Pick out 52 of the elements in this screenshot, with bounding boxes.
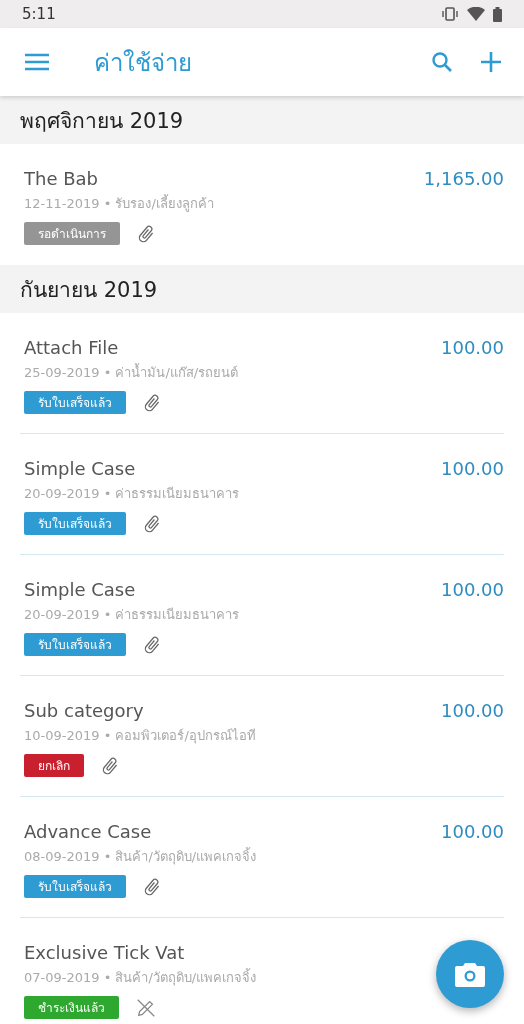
status-time: 5:11 [22, 5, 56, 23]
expense-date-category: 20-09-2019 • ค่าธรรมเนียมธนาคาร [24, 606, 240, 624]
status-tag: รอดำเนินการ [24, 222, 120, 245]
expense-name: Exclusive Tick Vat [24, 942, 185, 963]
paperclip-icon[interactable] [142, 392, 162, 413]
status-tag: รับใบเสร็จแล้ว [24, 633, 126, 656]
expense-date-category: 07-09-2019 • สินค้า/วัตถุดิบ/แพคเกจจิ้ง [24, 967, 257, 988]
expense-item[interactable]: Sub category 100.00 10-09-2019 • คอมพิวเตอร์/อุปกรณ์ไอที ยกเลิก [0, 676, 524, 797]
expense-amount: 100.00 [441, 337, 504, 358]
month-header: กันยายน 2019 [0, 265, 524, 313]
expense-date-category: 08-09-2019 • สินค้า/วัตถุดิบ/แพคเกจจิ้ง [24, 846, 257, 867]
expense-date-category: 20-09-2019 • ค่าธรรมเนียมธนาคาร [24, 485, 240, 503]
expense-amount: 100.00 [441, 458, 504, 479]
camera-icon [455, 961, 485, 987]
expense-name: Simple Case [24, 579, 136, 600]
paperclip-icon[interactable] [100, 755, 120, 776]
paperclip-icon[interactable] [142, 876, 162, 897]
menu-icon [24, 52, 50, 72]
expense-item[interactable]: Advance Case 100.00 08-09-2019 • สินค้า/วัตถุดิบ/แพคเกจจิ้ง รับใบเสร็จแล้ว [0, 797, 524, 918]
paperclip-icon[interactable] [142, 634, 162, 655]
expense-item[interactable]: Attach File 100.00 25-09-2019 • ค่าน้ำมัน/แก๊ส/รถยนต์ รับใบเสร็จแล้ว [0, 313, 524, 434]
expense-item[interactable]: The Bab 1,165.00 12-11-2019 • รับรอง/เลี้ยงลูกค้า รอดำเนินการ [0, 144, 524, 265]
status-tag: ยกเลิก [24, 754, 84, 777]
status-tag: รับใบเสร็จแล้ว [24, 391, 126, 414]
paperclip-icon[interactable] [142, 513, 162, 534]
expense-amount: 100.00 [441, 579, 504, 600]
page-title: ค่าใช้จ่าย [94, 47, 193, 79]
expense-name: Advance Case [24, 821, 152, 842]
expense-amount: 100.00 [441, 821, 504, 842]
expense-amount: 100.00 [441, 700, 504, 721]
battery-icon [493, 6, 502, 22]
wifi-icon [467, 7, 485, 21]
plus-icon [480, 51, 502, 73]
expense-name: The Bab [24, 168, 98, 189]
expense-date-category: 12-11-2019 • รับรอง/เลี้ยงลูกค้า [24, 193, 214, 214]
camera-button[interactable] [436, 940, 504, 1008]
expense-item[interactable]: Simple Case 100.00 20-09-2019 • ค่าธรรมเนียมธนาคาร รับใบเสร็จแล้ว [0, 555, 524, 676]
expense-amount: 1,165.00 [423, 168, 504, 189]
expense-name: Sub category [24, 700, 144, 721]
status-tag: รับใบเสร็จแล้ว [24, 512, 126, 535]
month-header: พฤศจิกายน 2019 [0, 96, 524, 144]
search-icon [430, 50, 454, 74]
paperclip-icon[interactable] [136, 223, 156, 244]
expense-item[interactable]: Exclusive Tick Vat 07-09-2019 • สินค้า/วัตถุดิบ/แพคเกจจิ้ง ชำระเงินแล้ว [0, 918, 524, 1024]
expense-name: Attach File [24, 337, 119, 358]
status-tag: ชำระเงินแล้ว [24, 996, 119, 1019]
expense-name: Simple Case [24, 458, 136, 479]
status-tag: รับใบเสร็จแล้ว [24, 875, 126, 898]
expense-date-category: 10-09-2019 • คอมพิวเตอร์/อุปกรณ์ไอที [24, 727, 256, 746]
expense-item[interactable]: Simple Case 100.00 20-09-2019 • ค่าธรรมเนียมธนาคาร รับใบเสร็จแล้ว [0, 434, 524, 555]
vibrate-icon [441, 7, 459, 21]
expense-date-category: 25-09-2019 • ค่าน้ำมัน/แก๊ส/รถยนต์ [24, 362, 239, 382]
